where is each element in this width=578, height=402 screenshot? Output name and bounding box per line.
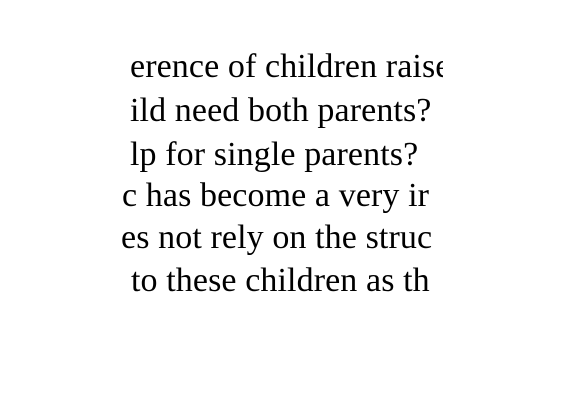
- text-line-6: to these children as th: [131, 262, 430, 299]
- document-text-crop: erence of children raise ild need both p…: [118, 42, 443, 302]
- text-line-3: lp for single parents?: [130, 136, 419, 173]
- text-line-1: erence of children raise: [130, 48, 443, 85]
- text-line-2: ild need both parents?: [130, 92, 432, 129]
- text-line-4: c has become a very ir: [122, 177, 430, 214]
- text-line-5: es not rely on the struc: [121, 219, 433, 256]
